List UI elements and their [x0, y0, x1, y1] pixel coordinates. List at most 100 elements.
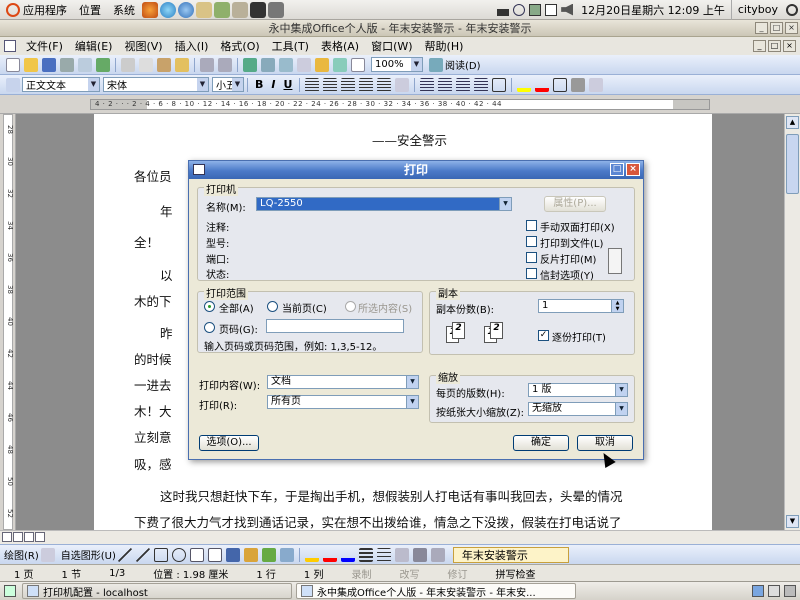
oval-icon[interactable]	[171, 547, 186, 562]
menu-file[interactable]: 文件(F)	[20, 38, 69, 54]
range-current-radio[interactable]	[267, 301, 278, 312]
document-map-icon[interactable]	[333, 57, 347, 72]
italic-button[interactable]: I	[271, 78, 275, 91]
dialog-titlebar[interactable]: 打印 □ ×	[189, 161, 643, 179]
table-icon[interactable]	[261, 57, 275, 72]
copy-icon[interactable]	[139, 57, 153, 72]
save-icon[interactable]	[42, 57, 56, 72]
web-view-icon[interactable]	[13, 532, 23, 542]
properties-button[interactable]: 属性(P)...	[544, 196, 606, 212]
rectangle-icon[interactable]	[153, 547, 168, 562]
align-center-icon[interactable]	[323, 77, 338, 92]
manual-duplex-checkbox[interactable]	[526, 220, 537, 231]
dash-style-icon[interactable]	[376, 547, 391, 562]
print-select[interactable]: 所有页 ▼	[267, 395, 419, 409]
textbox-icon[interactable]	[189, 547, 204, 562]
collate-checkbox[interactable]: ✓	[538, 330, 549, 341]
line-color-icon[interactable]	[322, 547, 337, 562]
clock[interactable]: 12月20日星期六 12:09 上午	[575, 0, 731, 20]
select-arrow-icon[interactable]	[40, 547, 55, 562]
dialog-close-button[interactable]: ×	[626, 163, 640, 176]
line-spacing-icon[interactable]	[395, 77, 410, 92]
drawing-icon[interactable]	[315, 57, 329, 72]
power-icon[interactable]	[786, 3, 798, 16]
status-record[interactable]: 录制	[337, 566, 385, 581]
places-menu[interactable]: 位置	[73, 0, 107, 20]
picture-icon[interactable]	[279, 547, 294, 562]
terminal-launcher-icon[interactable]	[250, 1, 266, 18]
fill-color-icon[interactable]	[304, 547, 319, 562]
range-pages-radio[interactable]	[204, 322, 215, 333]
align-right-icon[interactable]	[341, 77, 356, 92]
trash-icon[interactable]	[784, 585, 796, 597]
taskbar-printer-config[interactable]: 打印机配置 - localhost	[22, 583, 292, 599]
wordart-icon[interactable]	[225, 547, 240, 562]
increase-indent-icon[interactable]	[474, 77, 489, 92]
phonetic-icon[interactable]	[589, 77, 604, 92]
diagram-icon[interactable]	[243, 547, 258, 562]
draw-menu[interactable]: 绘图(R)	[4, 547, 39, 562]
font-combo[interactable]: 宋体 ▼	[103, 77, 209, 92]
menu-format[interactable]: 格式(O)	[214, 38, 265, 54]
font-color-icon[interactable]	[535, 77, 550, 92]
copies-input[interactable]: 1 ▲ ▼	[538, 299, 624, 313]
dialog-maximize-button[interactable]: □	[610, 163, 624, 176]
workspace-1-icon[interactable]	[752, 585, 764, 597]
zoom-combo[interactable]: 100% ▼	[371, 57, 423, 72]
spellcheck-icon[interactable]	[96, 57, 110, 72]
envelope-option-checkbox[interactable]	[526, 268, 537, 279]
redo-icon[interactable]	[218, 57, 232, 72]
font-color-draw-icon[interactable]	[340, 547, 355, 562]
shadow-icon[interactable]	[412, 547, 427, 562]
tools-launcher-icon[interactable]	[232, 1, 248, 18]
page-view-icon[interactable]	[24, 532, 34, 542]
numbering-icon[interactable]	[420, 77, 435, 92]
print-preview-icon[interactable]	[78, 57, 92, 72]
border-icon[interactable]	[492, 77, 507, 92]
bold-button[interactable]: B	[255, 78, 263, 91]
messenger-launcher-icon[interactable]	[160, 1, 176, 18]
normal-view-icon[interactable]	[2, 532, 12, 542]
volume-icon[interactable]	[561, 3, 574, 16]
help-launcher-icon[interactable]	[178, 1, 194, 18]
char-border-icon[interactable]	[553, 77, 568, 92]
status-track[interactable]: 修订	[433, 566, 481, 581]
vertical-ruler[interactable]: 28 30 32 34 36 38 40 42 44 46 48 50 52	[0, 114, 16, 530]
ok-button[interactable]: 确定	[513, 435, 569, 451]
window-titlebar[interactable]: 永中集成Office个人版 - 年末安装警示 - 年末安装警示 _ □ ×	[0, 20, 800, 37]
horizontal-ruler[interactable]: 4 · 2 · · · 2 · 4 · 6 · 8 · 10 · 12 · 14…	[0, 96, 800, 114]
size-combo[interactable]: 小五 ▼	[212, 77, 244, 92]
menu-help[interactable]: 帮助(H)	[419, 38, 470, 54]
maximize-button[interactable]: □	[770, 22, 783, 34]
mail-icon[interactable]	[545, 3, 558, 16]
justify-icon[interactable]	[359, 77, 374, 92]
menu-tools[interactable]: 工具(T)	[266, 38, 315, 54]
insert-table-icon[interactable]	[279, 57, 293, 72]
3d-icon[interactable]	[430, 547, 445, 562]
line-style-icon[interactable]	[358, 547, 373, 562]
doc-close-button[interactable]: ×	[783, 40, 796, 52]
format-painter-icon[interactable]	[175, 57, 189, 72]
menu-edit[interactable]: 编辑(E)	[69, 38, 119, 54]
arrow-icon[interactable]	[135, 547, 150, 562]
scale-select[interactable]: 无缩放 ▼	[528, 402, 628, 416]
cancel-button[interactable]: 取消	[577, 435, 633, 451]
autoshape-menu[interactable]: 自选图形(U)	[61, 547, 116, 562]
minimize-button[interactable]: _	[755, 22, 768, 34]
print-icon[interactable]	[60, 57, 74, 72]
distributed-icon[interactable]	[377, 77, 392, 92]
show-hide-icon[interactable]	[351, 57, 365, 72]
scroll-thumb[interactable]	[786, 134, 799, 194]
underline-button[interactable]: U	[283, 78, 292, 91]
bullets-icon[interactable]	[438, 77, 453, 92]
read-mode-button[interactable]: 阅读(D)	[445, 57, 481, 72]
workspace-2-icon[interactable]	[768, 585, 780, 597]
open-icon[interactable]	[24, 57, 38, 72]
paste-icon[interactable]	[157, 57, 171, 72]
pages-input[interactable]	[266, 319, 404, 333]
applications-menu[interactable]: 应用程序	[0, 0, 73, 20]
scroll-down-button[interactable]: ▼	[786, 515, 799, 528]
style-combo[interactable]: 正文文本 ▼	[22, 77, 100, 92]
spin-arrows-icon[interactable]: ▲ ▼	[611, 300, 623, 312]
taskbar-office[interactable]: 永中集成Office个人版 - 年末安装警示 - 年末安...	[296, 583, 576, 599]
